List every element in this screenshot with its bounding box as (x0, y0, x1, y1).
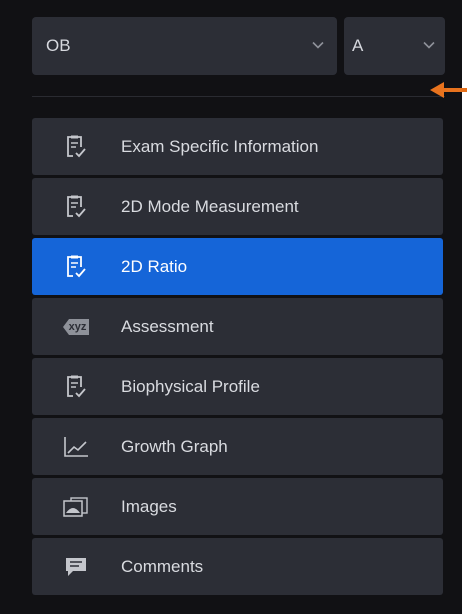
menu-item-label: Exam Specific Information (121, 137, 319, 156)
clipboard-check-icon (62, 193, 90, 221)
clipboard-check-icon (62, 373, 90, 401)
menu-item-label: Images (121, 497, 177, 516)
image-stack-icon (62, 493, 90, 521)
exam-type-select[interactable]: OB (32, 17, 337, 75)
fetus-select[interactable]: A (344, 17, 445, 75)
menu-item-2d-mode-measurement[interactable]: 2D Mode Measurement (32, 178, 443, 235)
annotation-arrow-icon (430, 81, 467, 104)
menu-item-label: 2D Mode Measurement (121, 197, 299, 216)
xyz-tag-text: xyz (63, 319, 89, 335)
report-navigation-panel: OB A Exam Specific Information 2D Mode M… (0, 0, 462, 614)
chevron-down-icon (311, 37, 325, 57)
line-graph-icon (62, 433, 90, 461)
divider (32, 96, 445, 97)
menu-item-label: Growth Graph (121, 437, 228, 456)
xyz-tag-icon: xyz (62, 313, 90, 341)
clipboard-check-icon (62, 253, 90, 281)
comment-icon (62, 553, 90, 581)
menu-item-label: Assessment (121, 317, 214, 336)
menu-item-label: 2D Ratio (121, 257, 188, 276)
menu-item-exam-specific-information[interactable]: Exam Specific Information (32, 118, 443, 175)
menu-item-label: Biophysical Profile (121, 377, 260, 396)
exam-type-value: OB (46, 36, 71, 55)
menu-item-2d-ratio[interactable]: 2D Ratio (32, 238, 443, 295)
menu-item-growth-graph[interactable]: Growth Graph (32, 418, 443, 475)
fetus-value: A (352, 36, 364, 55)
report-menu: Exam Specific Information 2D Mode Measur… (32, 118, 443, 598)
menu-item-label: Comments (121, 557, 204, 576)
clipboard-check-icon (62, 133, 90, 161)
menu-item-images[interactable]: Images (32, 478, 443, 535)
chevron-down-icon (422, 37, 436, 57)
menu-item-assessment[interactable]: xyz Assessment (32, 298, 443, 355)
menu-item-biophysical-profile[interactable]: Biophysical Profile (32, 358, 443, 415)
menu-item-comments[interactable]: Comments (32, 538, 443, 595)
